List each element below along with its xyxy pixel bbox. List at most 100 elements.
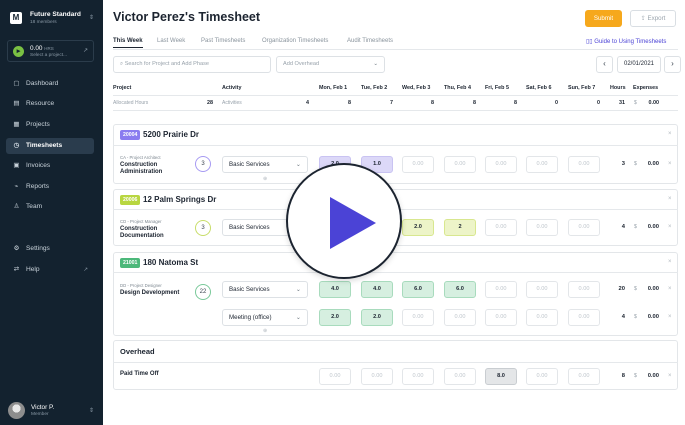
sidebar-item-reports[interactable]: ⌁ Reports (6, 179, 94, 195)
tab-this-week[interactable]: This Week (113, 38, 143, 48)
tab-past-timesheets[interactable]: Past Timesheets (201, 38, 245, 44)
time-cell[interactable]: 0.00 (444, 309, 476, 326)
sidebar-item-settings[interactable]: ⚙ Settings (6, 241, 94, 257)
time-cell[interactable]: 6.0 (402, 281, 434, 298)
row-expenses[interactable]: 0.00 (639, 286, 659, 292)
next-week-button[interactable]: › (664, 56, 681, 73)
prev-week-button[interactable]: ‹ (596, 56, 613, 73)
time-cell[interactable]: 0.00 (485, 156, 517, 173)
currency-symbol: $ (634, 100, 637, 106)
add-row-icon[interactable]: ⊕ (263, 176, 267, 182)
member-count-ring[interactable]: 3 (195, 220, 211, 236)
time-cell[interactable]: 0.00 (526, 309, 558, 326)
time-cell[interactable]: 0.00 (526, 219, 558, 236)
member-count-ring[interactable]: 3 (195, 156, 211, 172)
project-name[interactable]: 180 Natoma St (143, 258, 198, 267)
close-icon[interactable]: × (668, 314, 672, 320)
row-expenses[interactable]: 0.00 (639, 314, 659, 320)
row-hours: 4 (621, 224, 625, 230)
time-cell[interactable]: 0.00 (526, 156, 558, 173)
close-icon[interactable]: × (668, 373, 672, 379)
help-icon: ⇄ (13, 266, 20, 273)
time-cell[interactable]: 2.0 (402, 219, 434, 236)
timer-widget[interactable]: ▸ 0.00 HRS Select a project... ↗ (7, 40, 94, 62)
submit-button[interactable]: Submit (585, 10, 622, 27)
search-placeholder: Search for Project and Add Phase (124, 61, 209, 67)
timer-hours: 0.00 (30, 45, 43, 52)
time-cell[interactable]: 0.00 (444, 368, 476, 385)
sidebar-item-resource[interactable]: ▤ Resource (6, 96, 94, 112)
sidebar-item-help[interactable]: ⇄ Help ↗ (6, 262, 94, 278)
external-link-icon[interactable]: ↗ (83, 47, 88, 54)
guide-link[interactable]: ▯▯ Guide to Using Timesheets (586, 38, 666, 45)
time-cell[interactable]: 0.00 (526, 368, 558, 385)
sidebar-item-invoices[interactable]: ▣ Invoices (6, 158, 94, 174)
close-icon[interactable]: × (668, 259, 672, 265)
time-cell[interactable]: 0.00 (568, 309, 600, 326)
time-cell[interactable]: 0.00 (568, 219, 600, 236)
row-expenses[interactable]: 0.00 (639, 161, 659, 167)
time-cell[interactable]: 0.00 (485, 309, 517, 326)
add-overhead-select[interactable]: Add Overhead ⌄ (276, 56, 385, 73)
tab-audit-timesheets[interactable]: Audit Timesheets (347, 38, 393, 44)
phase-name: Design Development (120, 290, 180, 296)
date-picker[interactable]: 02/01/2021 (617, 56, 661, 73)
search-input[interactable]: ⌕ Search for Project and Add Phase (113, 56, 271, 73)
currency-symbol: $ (634, 161, 637, 167)
timer-unit: HRS (44, 46, 54, 51)
time-cell[interactable]: 0.00 (568, 368, 600, 385)
time-cell[interactable]: 0.00 (402, 368, 434, 385)
time-cell[interactable]: 0.00 (485, 219, 517, 236)
close-icon[interactable]: × (668, 286, 672, 292)
close-icon[interactable]: × (668, 224, 672, 230)
time-cell[interactable]: 0.00 (361, 368, 393, 385)
close-icon[interactable]: × (668, 196, 672, 202)
play-timer-icon[interactable]: ▸ (13, 46, 24, 57)
overhead-title: Overhead (120, 347, 155, 356)
divider (113, 362, 678, 363)
sidebar-item-timesheets[interactable]: ◷ Timesheets (6, 138, 94, 154)
time-cell[interactable]: 8.0 (485, 368, 517, 385)
time-cell[interactable]: 2 (444, 219, 476, 236)
activity-select[interactable]: Meeting (office) ⌄ (222, 309, 308, 326)
row-expenses[interactable]: 0.00 (639, 224, 659, 230)
time-cell[interactable]: 0.00 (526, 281, 558, 298)
time-cell[interactable]: 0.00 (402, 309, 434, 326)
export-button[interactable]: ⇪ Export (630, 10, 676, 27)
column-day: Sun, Feb 7 (568, 85, 596, 91)
time-cell[interactable]: 0.00 (568, 281, 600, 298)
activity-select[interactable]: Basic Services ⌄ (222, 281, 308, 298)
column-day: Wed, Feb 3 (402, 85, 431, 91)
expenses-total: 0.00 (648, 100, 660, 106)
user-name: Victor P. (31, 404, 55, 411)
play-icon (330, 197, 376, 249)
time-cell[interactable]: 0.00 (402, 156, 434, 173)
video-play-button[interactable] (286, 163, 402, 279)
clock-icon: ◷ (13, 142, 20, 149)
member-count-ring[interactable]: 22 (195, 284, 211, 300)
user-menu[interactable]: Victor P. Member ⇕ (8, 402, 96, 420)
close-icon[interactable]: × (668, 161, 672, 167)
column-project: Project (113, 85, 132, 91)
time-cell[interactable]: 0.00 (319, 368, 351, 385)
time-cell[interactable]: 2.0 (361, 309, 393, 326)
sidebar-item-dashboard[interactable]: ▢ Dashboard (6, 76, 94, 92)
add-row-icon[interactable]: ⊕ (263, 328, 267, 334)
project-name[interactable]: 5200 Prairie Dr (143, 130, 199, 139)
time-cell[interactable]: 2.0 (319, 309, 351, 326)
tab-organization-timesheets[interactable]: Organization Timesheets (262, 38, 328, 44)
project-name[interactable]: 12 Palm Springs Dr (143, 195, 216, 204)
sidebar-item-team[interactable]: ♙ Team (6, 199, 94, 215)
row-expenses[interactable]: 0.00 (639, 373, 659, 379)
time-cell[interactable]: 6.0 (444, 281, 476, 298)
chevron-down-icon: ⌄ (295, 314, 301, 321)
sidebar-item-projects[interactable]: ▦ Projects (6, 117, 94, 133)
time-cell[interactable]: 0.00 (485, 281, 517, 298)
time-cell[interactable]: 4.0 (361, 281, 393, 298)
org-switcher[interactable]: M Future Standard 18 members ⇕ (10, 10, 98, 30)
time-cell[interactable]: 4.0 (319, 281, 351, 298)
time-cell[interactable]: 0.00 (568, 156, 600, 173)
close-icon[interactable]: × (668, 131, 672, 137)
tab-last-week[interactable]: Last Week (157, 38, 185, 44)
time-cell[interactable]: 0.00 (444, 156, 476, 173)
